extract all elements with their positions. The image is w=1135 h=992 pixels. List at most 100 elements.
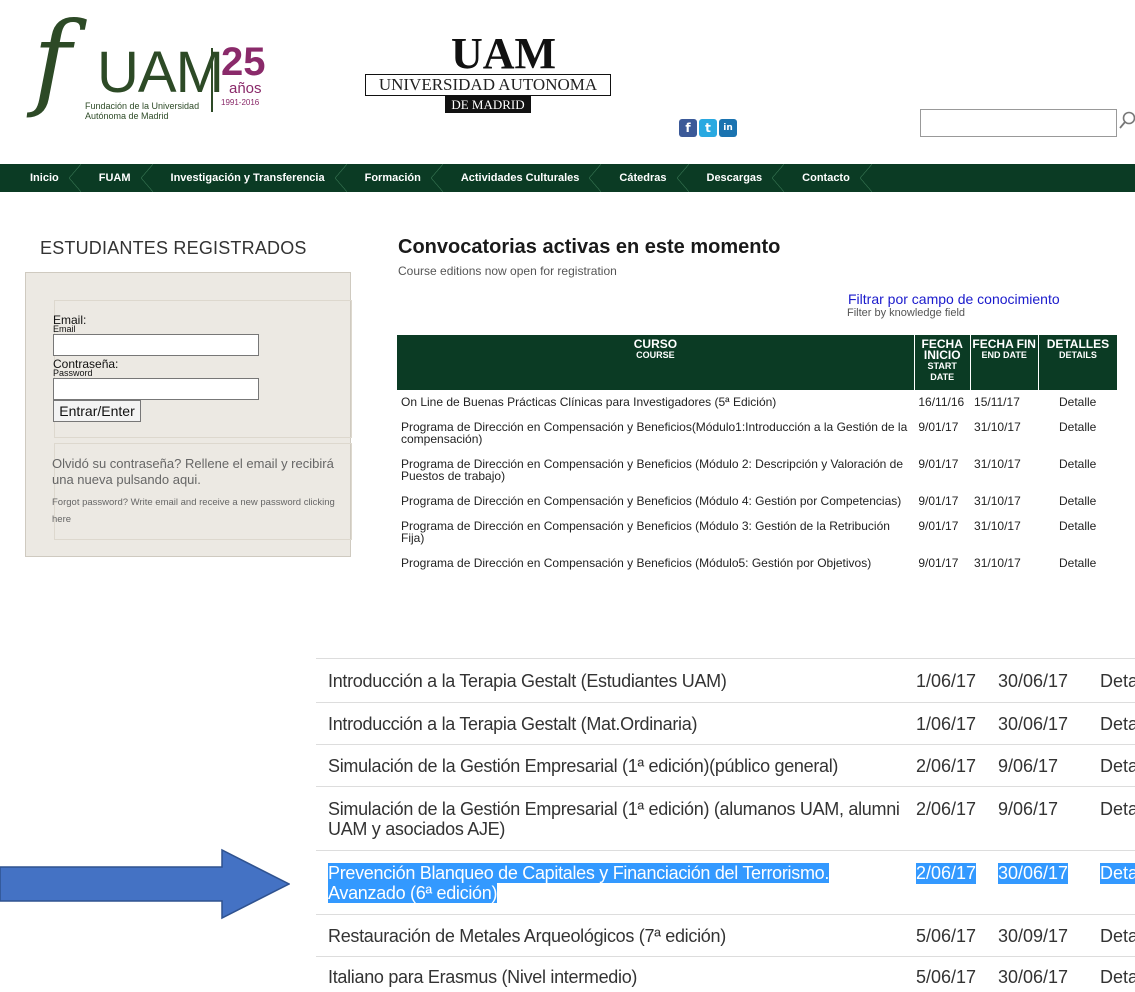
table-row: Programa de Dirección en Compensación y …: [397, 488, 1117, 514]
detail-link[interactable]: Deta: [1100, 756, 1135, 777]
start-date: 9/01/17: [914, 451, 971, 489]
login-title: ESTUDIANTES REGISTRADOS: [40, 238, 307, 258]
social-links: f t in: [679, 119, 737, 137]
start-date: 5/06/17: [916, 967, 977, 987]
end-date: 15/11/17: [970, 390, 1039, 415]
forgot-password-en[interactable]: Forgot password? Write email and receive…: [52, 494, 342, 528]
search-icon[interactable]: [1118, 110, 1135, 134]
start-date: 9/01/17: [914, 488, 971, 514]
end-date: 31/10/17: [970, 414, 1039, 452]
course-name: Restauración de Metales Arqueológicos (7…: [328, 926, 726, 946]
nav-item-catedras[interactable]: Cátedras: [601, 164, 689, 192]
twitter-icon[interactable]: t: [699, 119, 717, 137]
nav-item-fuam[interactable]: FUAM: [81, 164, 153, 192]
email-field[interactable]: [53, 334, 259, 356]
course-name: Simulación de la Gestión Empresarial (1ª…: [328, 799, 900, 839]
nav-item-actividades-culturales[interactable]: Actividades Culturales: [443, 164, 602, 192]
start-date: 16/11/16: [914, 390, 971, 415]
detail-link[interactable]: Deta: [1100, 863, 1135, 884]
uam-logo-letters: UAM: [451, 29, 557, 78]
search-input[interactable]: [920, 109, 1117, 137]
start-date: 1/06/17: [916, 671, 977, 691]
zoom-row: Introducción a la Terapia Gestalt (Mat.O…: [316, 702, 1135, 744]
zoom-row: Simulación de la Gestión Empresarial (1ª…: [316, 786, 1135, 850]
uam-logo-line1: UNIVERSIDAD AUTONOMA: [365, 74, 611, 96]
detail-link[interactable]: Detalle: [1038, 451, 1117, 489]
table-row: Programa de Dirección en Compensación y …: [397, 414, 1117, 452]
email-sublabel: Email: [53, 324, 76, 334]
course-name: Simulación de la Gestión Empresarial (1ª…: [328, 756, 839, 776]
course-name: Programa de Dirección en Compensación y …: [397, 414, 915, 452]
page-title: Convocatorias activas en este momento: [398, 236, 781, 258]
course-name: Introducción a la Terapia Gestalt (Mat.O…: [328, 714, 698, 734]
course-name: Introducción a la Terapia Gestalt (Estud…: [328, 671, 727, 691]
fuam-logo[interactable]: f UAM 25 años 1991-2016 Fundación de la …: [33, 8, 303, 144]
zoom-row: Italiano para Erasmus (Nivel intermedio)…: [316, 956, 1135, 992]
uam-logo-line2: DE MADRID: [445, 96, 531, 113]
detail-link[interactable]: Deta: [1100, 671, 1135, 692]
end-date: 30/06/17: [998, 863, 1069, 884]
start-date: 2/06/17: [916, 756, 977, 776]
start-date: 9/01/17: [914, 414, 971, 452]
start-date: 2/06/17: [916, 799, 977, 819]
col-fecha-inicio: FECHA INICIO START DATE: [913, 335, 971, 390]
table-row: Programa de Dirección en Compensación y …: [397, 451, 1117, 489]
fuam-logo-uam: UAM: [97, 40, 224, 105]
detail-link[interactable]: Detalle: [1038, 390, 1117, 415]
fuam-logo-25: 25: [221, 40, 266, 84]
end-date: 31/10/17: [970, 488, 1039, 514]
detail-link[interactable]: Detalle: [1038, 414, 1117, 452]
end-date: 30/06/17: [998, 967, 1069, 987]
start-date: 1/06/17: [916, 714, 977, 734]
detail-link[interactable]: Detalle: [1038, 488, 1117, 514]
start-date: 5/06/17: [916, 926, 977, 946]
table-row: On Line de Buenas Prácticas Clínicas par…: [397, 390, 1117, 415]
uam-logo[interactable]: UAM UNIVERSIDAD AUTONOMA DE MADRID: [365, 32, 613, 116]
course-name: Programa de Dirección en Compensación y …: [397, 550, 915, 576]
course-name: Programa de Dirección en Compensación y …: [397, 513, 915, 551]
filter-by-field-link[interactable]: Filtrar por campo de conocimiento: [848, 291, 1060, 307]
nav-item-contacto[interactable]: Contacto: [784, 164, 872, 192]
forgot-password-link[interactable]: Olvidó su contraseña? Rellene el email y…: [52, 456, 342, 488]
course-name: Italiano para Erasmus (Nivel intermedio): [328, 967, 638, 987]
end-date: 30/06/17: [998, 671, 1069, 691]
end-date: 31/10/17: [970, 513, 1039, 551]
detail-link[interactable]: Deta: [1100, 799, 1135, 820]
detail-link[interactable]: Detalle: [1038, 550, 1117, 576]
end-date: 30/09/17: [998, 926, 1069, 946]
filter-by-field-sub: Filter by knowledge field: [847, 307, 966, 319]
table-row: Programa de Dirección en Compensación y …: [397, 550, 1117, 576]
zoom-row-highlighted: Prevención Blanqueo de Capitales y Finan…: [316, 850, 1135, 914]
nav-item-descargas[interactable]: Descargas: [689, 164, 785, 192]
fuam-logo-f: f: [33, 0, 72, 121]
page-subtitle: Course editions now open for registratio…: [398, 264, 617, 278]
course-name-selected[interactable]: Prevención Blanqueo de Capitales y Finan…: [328, 863, 829, 903]
linkedin-icon[interactable]: in: [719, 119, 737, 137]
site-header: f UAM 25 años 1991-2016 Fundación de la …: [0, 0, 1135, 160]
start-date: 9/01/17: [914, 550, 971, 576]
facebook-icon[interactable]: f: [679, 119, 697, 137]
col-curso: CURSO COURSE: [397, 335, 915, 390]
detail-link[interactable]: Detalle: [1038, 513, 1117, 551]
start-date: 2/06/17: [916, 863, 977, 884]
course-name: Programa de Dirección en Compensación y …: [397, 451, 915, 489]
login-button[interactable]: Entrar/Enter: [53, 400, 141, 422]
fuam-logo-anos: años: [229, 80, 262, 97]
detail-link[interactable]: Deta: [1100, 926, 1135, 947]
col-fecha-fin: FECHA FIN END DATE: [969, 335, 1039, 390]
main-nav: Inicio FUAM Investigación y Transferenci…: [0, 164, 1135, 192]
table-row: Programa de Dirección en Compensación y …: [397, 513, 1117, 551]
course-name: Programa de Dirección en Compensación y …: [397, 488, 915, 514]
fuam-logo-subtitle: Fundación de la Universidad Autónoma de …: [85, 101, 200, 121]
zoom-row: Introducción a la Terapia Gestalt (Estud…: [316, 658, 1135, 702]
password-field[interactable]: [53, 378, 259, 400]
fuam-logo-years: 1991-2016: [221, 98, 260, 107]
nav-item-investigacion[interactable]: Investigación y Transferencia: [153, 164, 347, 192]
detail-link[interactable]: Deta: [1100, 714, 1135, 735]
nav-item-formacion[interactable]: Formación: [347, 164, 444, 192]
end-date: 31/10/17: [970, 451, 1039, 489]
detail-link[interactable]: Deta: [1100, 967, 1135, 988]
end-date: 9/06/17: [998, 756, 1059, 776]
course-name: Prevención Blanqueo de Capitales y Finan…: [328, 863, 908, 903]
nav-item-inicio[interactable]: Inicio: [0, 164, 81, 192]
